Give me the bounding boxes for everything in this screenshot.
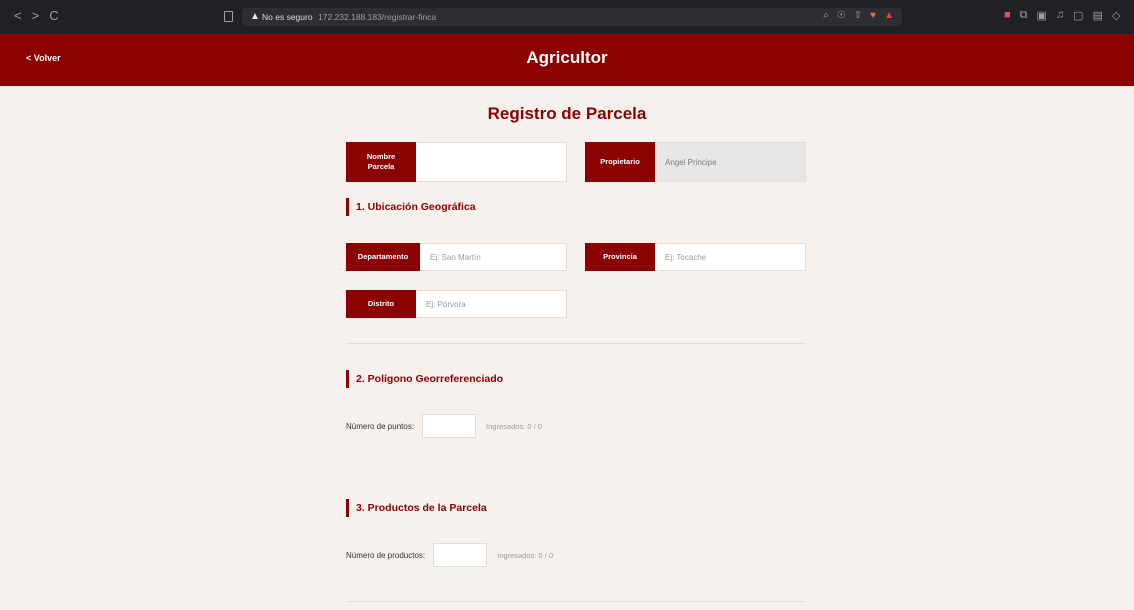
brave-shield-icon[interactable]: ♥ xyxy=(870,10,876,21)
address-bar[interactable]: ▲ No es seguro 172.232.188.183/registrar… xyxy=(242,8,902,26)
nombre-parcela-input[interactable] xyxy=(416,142,567,182)
productos-row: Número de productos: Ingresados: 0 / 0 xyxy=(346,543,553,567)
zoom-icon[interactable]: ⌕ xyxy=(823,10,829,21)
provincia-input[interactable] xyxy=(655,243,806,271)
departamento-label: Departamento xyxy=(346,243,420,271)
puntos-input[interactable] xyxy=(422,414,477,438)
distrito-input[interactable] xyxy=(416,290,567,318)
address-bar-tools: ⌕ ☉ ⇧ ♥ ▲ xyxy=(823,10,894,21)
sidebar-icon[interactable]: ▢ xyxy=(1073,9,1083,22)
productos-status: Ingresados: 0 / 0 xyxy=(497,550,554,560)
nombre-parcela-label: Nombre Parcela xyxy=(346,142,416,182)
warning-icon: ▲ xyxy=(250,11,260,22)
security-warning[interactable]: No es seguro xyxy=(262,12,313,22)
propietario-input[interactable] xyxy=(655,142,806,182)
extension-puzzle-icon[interactable]: ⧉ xyxy=(1020,9,1028,22)
section-divider xyxy=(346,343,806,344)
productos-input[interactable] xyxy=(433,543,488,567)
section-divider xyxy=(346,601,806,602)
window-icon[interactable]: ▤ xyxy=(1093,9,1103,22)
extension-icons: ■ ⧉ ▣ ♫ ▢ ▤ ◇ xyxy=(1004,9,1120,22)
section-productos-title: 3. Productos de la Parcela xyxy=(346,499,487,517)
section-accent-bar xyxy=(346,370,349,388)
productos-label: Número de productos: xyxy=(346,550,426,560)
section-poligono-text: 2. Polígono Georreferenciado xyxy=(356,373,504,385)
brave-rewards-icon[interactable]: ▲ xyxy=(884,10,894,21)
key-icon[interactable]: ☉ xyxy=(837,10,846,21)
nombre-parcela-field: Nombre Parcela xyxy=(346,142,567,182)
share-icon[interactable]: ⇧ xyxy=(854,10,862,21)
extension-red-icon[interactable]: ■ xyxy=(1004,9,1011,22)
browser-nav: < > C xyxy=(14,9,59,23)
url-text[interactable]: 172.232.188.183/registrar-finca xyxy=(318,12,436,22)
media-icon[interactable]: ♫ xyxy=(1056,9,1064,22)
bookmark-icon[interactable] xyxy=(224,11,233,22)
puntos-label: Número de puntos: xyxy=(346,421,415,431)
back-arrow-icon[interactable]: < xyxy=(14,9,22,23)
reload-icon[interactable]: C xyxy=(49,9,58,23)
puntos-status: Ingresados: 0 / 0 xyxy=(486,421,542,431)
browser-toolbar: < > C ▲ No es seguro 172.232.188.183/reg… xyxy=(0,0,1134,34)
provincia-field: Provincia xyxy=(585,243,806,271)
extension-box-icon[interactable]: ▣ xyxy=(1037,9,1047,22)
distrito-label: Distrito xyxy=(346,290,416,318)
app-header: < Volver Agricultor xyxy=(0,34,1134,86)
section-ubicacion-text: 1. Ubicación Geográfica xyxy=(356,201,476,213)
section-accent-bar xyxy=(346,499,349,517)
page-title: Registro de Parcela xyxy=(487,104,647,123)
forward-arrow-icon[interactable]: > xyxy=(32,9,40,23)
section-ubicacion-title: 1. Ubicación Geográfica xyxy=(346,198,476,216)
section-accent-bar xyxy=(346,198,349,216)
provincia-label: Provincia xyxy=(585,243,655,271)
distrito-field: Distrito xyxy=(346,290,567,318)
wallet-icon[interactable]: ◇ xyxy=(1112,9,1120,22)
section-poligono-title: 2. Polígono Georreferenciado xyxy=(346,370,503,388)
departamento-field: Departamento xyxy=(346,243,567,271)
propietario-label: Propietario xyxy=(585,142,655,182)
app-title: Agricultor xyxy=(526,48,608,67)
puntos-row: Número de puntos: Ingresados: 0 / 0 xyxy=(346,414,542,438)
propietario-field: Propietario xyxy=(585,142,806,182)
section-productos-text: 3. Productos de la Parcela xyxy=(356,502,487,514)
departamento-input[interactable] xyxy=(420,243,567,271)
